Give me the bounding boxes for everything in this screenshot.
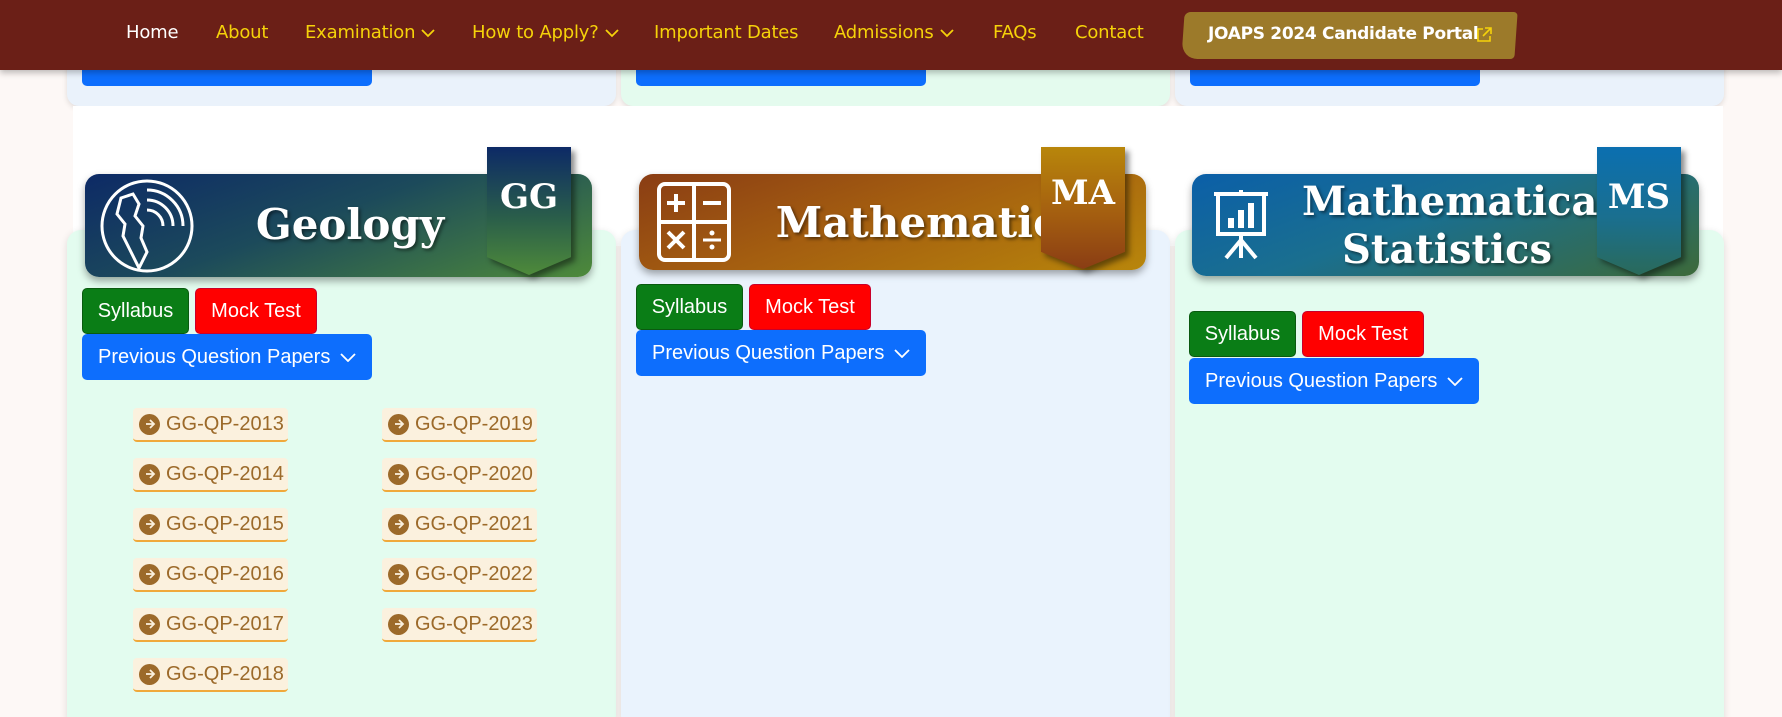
nav-important-dates[interactable]: Important Dates [654,22,799,43]
arrow-right-circle-icon [388,513,409,535]
nav-examination-label: Examination [305,22,416,43]
top-card-right-button[interactable] [1190,70,1480,86]
geology-syllabus-button[interactable]: Syllabus [82,288,189,334]
chevron-down-icon [604,29,619,38]
chevron-down-icon [421,29,435,38]
geology-previous-papers-button[interactable]: Previous Question Papers [82,334,372,380]
arrow-right-circle-icon [139,663,160,685]
question-paper-label: GG-QP-2013 [166,412,284,435]
nav-admissions-label: Admissions [834,22,934,43]
mathematics-code-ribbon: MA [1041,147,1125,269]
question-paper-label: GG-QP-2018 [166,662,284,685]
top-navbar: Home About Examination How to Apply? Imp… [0,0,1782,70]
geology-previous-papers-label: Previous Question Papers [98,345,331,368]
question-paper-label: GG-QP-2016 [166,562,284,585]
statistics-syllabus-button[interactable]: Syllabus [1189,311,1296,357]
mathematics-code: MA [1050,173,1115,213]
chevron-down-icon [1447,377,1463,386]
top-card-middle-button[interactable] [636,70,926,86]
question-paper-label: GG-QP-2020 [415,462,533,485]
geology-title: Geology [255,200,445,249]
question-paper-link[interactable]: GG-QP-2021 [382,508,537,542]
top-card-left-button[interactable] [82,70,372,86]
statistics-previous-papers-button[interactable]: Previous Question Papers [1189,358,1479,404]
nav-how-to-apply[interactable]: How to Apply? [472,22,619,43]
chevron-down-icon [894,349,910,358]
arrow-right-circle-icon [139,463,160,485]
question-paper-label: GG-QP-2017 [166,612,284,635]
chevron-down-icon [340,353,356,362]
arrow-right-circle-icon [388,563,409,585]
statistics-title: Mathematical Statistics [1302,178,1613,274]
question-paper-label: GG-QP-2015 [166,512,284,535]
calculator-icon [657,182,731,262]
arrow-right-circle-icon [139,613,160,635]
mathematics-previous-papers-label: Previous Question Papers [652,341,885,364]
question-paper-label: GG-QP-2022 [415,562,533,585]
question-paper-label: GG-QP-2023 [415,612,533,635]
question-paper-label: GG-QP-2021 [415,512,533,535]
question-paper-link[interactable]: GG-QP-2019 [382,408,537,442]
question-paper-link[interactable]: GG-QP-2023 [382,608,537,642]
question-paper-link[interactable]: GG-QP-2015 [133,508,288,542]
arrow-right-circle-icon [139,563,160,585]
geology-code-ribbon: GG [487,147,571,275]
geology-code: GG [499,177,559,217]
nav-admissions[interactable]: Admissions [834,22,954,43]
statistics-previous-papers-label: Previous Question Papers [1205,369,1438,392]
question-paper-link[interactable]: GG-QP-2014 [133,458,288,492]
question-paper-link[interactable]: GG-QP-2017 [133,608,288,642]
nav-home[interactable]: Home [126,22,179,43]
arrow-right-circle-icon [388,413,409,435]
mathematics-mock-test-button[interactable]: Mock Test [749,284,871,330]
geology-mock-test-button[interactable]: Mock Test [195,288,317,334]
question-paper-link[interactable]: GG-QP-2013 [133,408,288,442]
statistics-code: MS [1607,177,1671,217]
arrow-right-circle-icon [388,613,409,635]
statistics-title-line1: Mathematical [1302,178,1613,225]
statistics-mock-test-button[interactable]: Mock Test [1302,311,1424,357]
external-link-icon [1477,27,1492,42]
statistics-title-line2: Statistics [1341,226,1553,273]
question-paper-label: GG-QP-2019 [415,412,533,435]
nav-about[interactable]: About [216,22,268,43]
nav-contact[interactable]: Contact [1075,22,1144,43]
question-paper-link[interactable]: GG-QP-2020 [382,458,537,492]
arrow-right-circle-icon [139,413,160,435]
nav-faqs[interactable]: FAQs [993,22,1037,43]
geology-globe-icon [100,179,194,273]
arrow-right-circle-icon [388,463,409,485]
nav-how-to-apply-label: How to Apply? [472,22,599,43]
candidate-portal-label[interactable]: JOAPS 2024 Candidate Portal [1208,24,1479,44]
nav-examination[interactable]: Examination [305,22,435,43]
statistics-card [1175,230,1724,717]
mathematics-previous-papers-button[interactable]: Previous Question Papers [636,330,926,376]
mathematics-syllabus-button[interactable]: Syllabus [636,284,743,330]
question-paper-link[interactable]: GG-QP-2022 [382,558,537,592]
question-paper-link[interactable]: GG-QP-2016 [133,558,288,592]
chevron-down-icon [939,29,954,38]
statistics-code-ribbon: MS [1597,147,1681,275]
arrow-right-circle-icon [139,513,160,535]
question-paper-link[interactable]: GG-QP-2018 [133,658,288,692]
question-paper-label: GG-QP-2014 [166,462,284,485]
presentation-chart-icon [1214,190,1268,260]
